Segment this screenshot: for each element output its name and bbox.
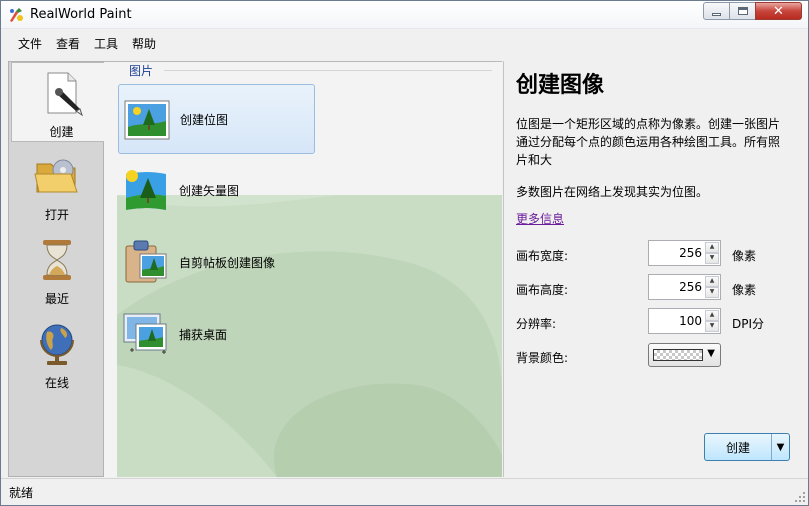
action-label-create-vector: 创建矢量图 <box>179 183 240 198</box>
actions-panel: 图片 创建位图 创建矢量图 自剪帖板创建图像 捕获桌面 <box>104 61 502 477</box>
chevron-down-icon: ▼ <box>707 348 715 359</box>
create-button[interactable]: 创建 ▼ <box>704 433 790 461</box>
details-note: 多数图片在网络上发现其实为位图。 <box>516 185 709 199</box>
nav-item-online[interactable]: 在线 <box>9 314 105 394</box>
window-controls: ✕ <box>703 2 802 20</box>
width-decrement-button[interactable]: ▼ <box>705 253 719 264</box>
width-value[interactable]: 256 <box>679 246 702 260</box>
menu-bar: 文件 查看 工具 帮助 <box>1 29 808 57</box>
height-unit: 像素 <box>732 283 757 297</box>
details-description: 位图是一个矩形区域的点称为像素。创建一张图片通过分配每个点的颜色运用各种绘图工具… <box>516 117 781 167</box>
action-label-capture-desktop: 捕获桌面 <box>179 327 228 342</box>
resize-grip-icon[interactable] <box>794 491 806 503</box>
resolution-decrement-button[interactable]: ▼ <box>705 321 719 332</box>
left-nav: 创建 打开 最近 在线 <box>8 61 111 477</box>
height-spin-buttons: ▲ ▼ <box>705 276 719 298</box>
details-title: 创建图像 <box>516 73 605 98</box>
nav-item-recent[interactable]: 最近 <box>9 230 105 310</box>
status-bar: 就绪 <box>1 478 808 505</box>
menu-file[interactable]: 文件 <box>11 33 49 54</box>
resolution-unit: DPI分 <box>732 317 765 331</box>
action-create-vector[interactable]: 创建矢量图 <box>118 155 315 225</box>
height-decrement-button[interactable]: ▼ <box>705 287 719 298</box>
nav-label-recent: 最近 <box>44 292 69 306</box>
menu-tools[interactable]: 工具 <box>87 33 125 54</box>
screen-capture-icon <box>123 313 167 354</box>
app-icon <box>10 8 23 22</box>
menu-help[interactable]: 帮助 <box>125 33 163 54</box>
group-title: 图片 <box>129 64 154 78</box>
nav-item-create[interactable]: 创建 <box>11 62 111 142</box>
minimize-icon <box>712 12 721 16</box>
minimize-button[interactable] <box>703 2 730 20</box>
close-button[interactable]: ✕ <box>755 2 802 20</box>
height-spinner[interactable]: 256 ▲ ▼ <box>648 274 721 300</box>
new-document-icon <box>47 72 83 117</box>
app-window: RealWorld Paint ✕ 文件 查看 工具 帮助 创建 打开 最近 在… <box>0 0 809 506</box>
action-label-create-bitmap: 创建位图 <box>180 112 229 127</box>
action-from-clipboard[interactable]: 自剪帖板创建图像 <box>118 227 315 297</box>
action-capture-desktop[interactable]: 捕获桌面 <box>118 299 315 369</box>
height-label: 画布高度: <box>516 283 569 297</box>
status-text: 就绪 <box>9 486 34 500</box>
resolution-spin-buttons: ▲ ▼ <box>705 310 719 332</box>
create-button-label: 创建 <box>725 440 750 455</box>
nav-label-create: 创建 <box>49 125 74 139</box>
more-info-link[interactable]: 更多信息 <box>516 210 564 227</box>
vector-picture-icon <box>126 170 166 210</box>
action-label-from-clipboard: 自剪帖板创建图像 <box>179 255 276 270</box>
close-icon: ✕ <box>773 3 784 19</box>
action-create-bitmap[interactable]: 创建位图 <box>118 84 315 154</box>
hourglass-icon <box>43 240 71 280</box>
create-dropdown-arrow-icon[interactable]: ▼ <box>772 442 789 453</box>
details-panel: 创建图像 位图是一个矩形区域的点称为像素。创建一张图片通过分配每个点的颜色运用各… <box>503 61 802 477</box>
height-increment-button[interactable]: ▲ <box>705 276 719 287</box>
folder-open-icon <box>34 159 78 193</box>
nav-label-open: 打开 <box>44 208 69 222</box>
globe-icon <box>40 324 74 365</box>
width-increment-button[interactable]: ▲ <box>705 242 719 253</box>
resolution-spinner[interactable]: 100 ▲ ▼ <box>648 308 721 334</box>
maximize-button[interactable] <box>729 2 756 20</box>
title-bar[interactable]: RealWorld Paint ✕ <box>1 1 808 29</box>
transparent-swatch <box>653 349 703 361</box>
background-color-label: 背景颜色: <box>516 351 569 365</box>
width-spin-buttons: ▲ ▼ <box>705 242 719 264</box>
width-spinner[interactable]: 256 ▲ ▼ <box>648 240 721 266</box>
window-title: RealWorld Paint <box>30 7 132 22</box>
clipboard-picture-icon <box>125 240 167 283</box>
width-label: 画布宽度: <box>516 249 569 263</box>
bitmap-picture-icon <box>124 100 170 140</box>
maximize-icon <box>737 7 748 15</box>
background-color-dropdown[interactable]: ▼ <box>648 343 721 367</box>
group-divider <box>164 70 492 71</box>
height-value[interactable]: 256 <box>679 280 702 294</box>
nav-item-open[interactable]: 打开 <box>9 146 105 226</box>
resolution-value[interactable]: 100 <box>679 314 702 328</box>
resolution-increment-button[interactable]: ▲ <box>705 310 719 321</box>
width-unit: 像素 <box>732 249 757 263</box>
menu-view[interactable]: 查看 <box>49 33 87 54</box>
resolution-label: 分辨率: <box>516 317 557 331</box>
nav-label-online: 在线 <box>44 376 69 390</box>
